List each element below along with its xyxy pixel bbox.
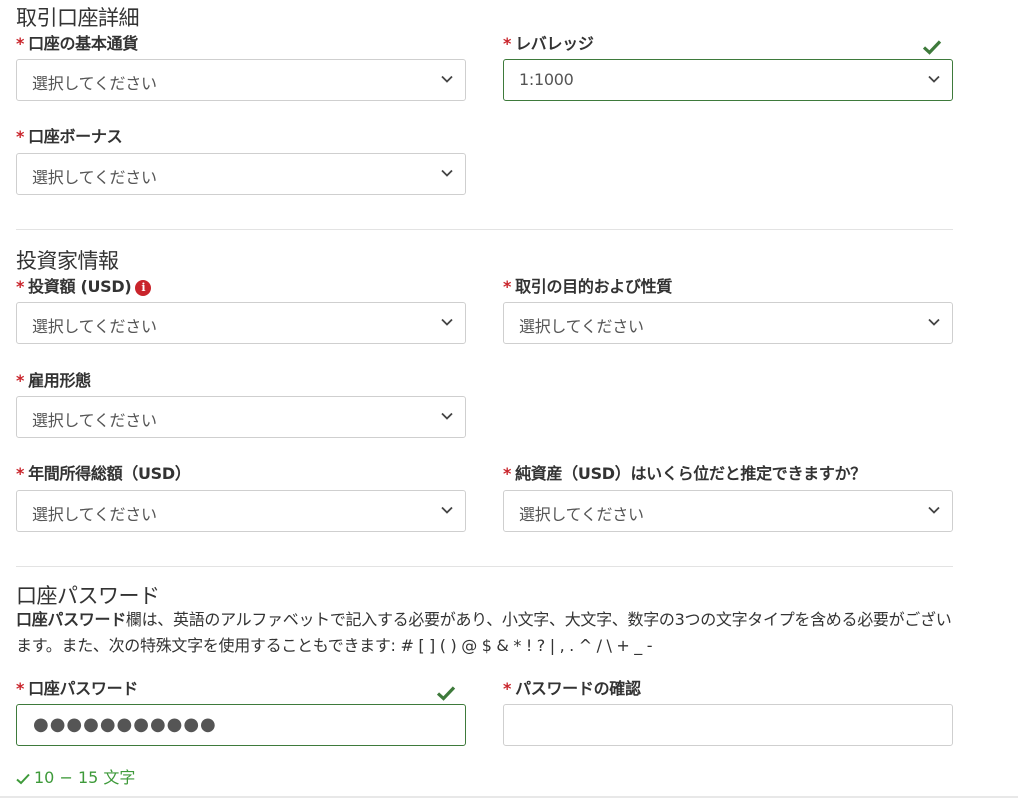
password-rule-length: 10 − 15 文字 — [16, 764, 135, 788]
leverage-select[interactable]: 1:1000 — [503, 59, 953, 101]
investment-amount-value: 選択してください — [32, 317, 157, 336]
investment-amount-label-text: 投資額 (USD) — [28, 277, 132, 296]
section-title-account-password: 口座パスワード — [16, 584, 160, 608]
leverage-valid-check-icon — [922, 40, 942, 55]
required-mark: * — [16, 464, 25, 483]
employment-label: * 雇用形態 — [16, 367, 91, 391]
required-mark: * — [503, 464, 512, 483]
required-mark: * — [16, 679, 25, 698]
required-mark: * — [16, 34, 25, 53]
required-mark: * — [16, 371, 25, 390]
base-currency-value: 選択してください — [32, 74, 157, 93]
confirm-password-label-text: パスワードの確認 — [515, 679, 641, 698]
section-divider — [16, 566, 953, 567]
annual-income-select[interactable]: 選択してください — [16, 490, 466, 532]
employment-value: 選択してください — [32, 411, 157, 430]
bonus-label-text: 口座ボーナス — [28, 127, 123, 146]
password-rule-length-text: 10 − 15 文字 — [34, 768, 136, 787]
employment-label-text: 雇用形態 — [28, 371, 91, 390]
info-icon[interactable]: i — [135, 280, 152, 296]
trading-purpose-value: 選択してください — [519, 317, 644, 336]
password-description-text: 欄は、英語のアルファベットで記入する必要があり、小文字、大文字、数字の3つの文字… — [16, 610, 952, 655]
trading-purpose-select[interactable]: 選択してください — [503, 302, 953, 344]
chevron-down-icon — [441, 506, 453, 514]
check-icon — [16, 773, 30, 785]
password-description: 口座パスワード欄は、英語のアルファベットで記入する必要があり、小文字、大文字、数… — [16, 607, 961, 659]
password-masked-value: ●●●●●●●●●●● — [33, 714, 217, 735]
leverage-label-text: レバレッジ — [515, 34, 594, 53]
investment-amount-label: * 投資額 (USD) i — [16, 273, 152, 297]
base-currency-label: * 口座の基本通貨 — [16, 30, 138, 54]
chevron-down-icon — [928, 75, 940, 83]
required-mark: * — [503, 679, 512, 698]
bonus-label: * 口座ボーナス — [16, 123, 123, 147]
trading-purpose-label: * 取引の目的および性質 — [503, 273, 672, 297]
password-description-bold: 口座パスワード — [16, 610, 126, 629]
net-worth-select[interactable]: 選択してください — [503, 490, 953, 532]
investment-amount-select[interactable]: 選択してください — [16, 302, 466, 344]
annual-income-label-text: 年間所得総額（USD） — [28, 464, 191, 483]
section-title-account-details: 取引口座詳細 — [16, 6, 140, 30]
password-input[interactable]: ●●●●●●●●●●● — [16, 704, 466, 746]
chevron-down-icon — [441, 412, 453, 420]
chevron-down-icon — [928, 506, 940, 514]
required-mark: * — [503, 277, 512, 296]
password-label: * 口座パスワード — [16, 675, 138, 699]
chevron-down-icon — [441, 318, 453, 326]
net-worth-label-text: 純資産（USD）はいくら位だと推定できますか？ — [515, 464, 866, 483]
confirm-password-label: * パスワードの確認 — [503, 675, 641, 699]
employment-select[interactable]: 選択してください — [16, 396, 466, 438]
section-divider — [16, 229, 953, 230]
bonus-select[interactable]: 選択してください — [16, 153, 466, 195]
net-worth-value: 選択してください — [519, 505, 644, 524]
required-mark: * — [16, 127, 25, 146]
base-currency-label-text: 口座の基本通貨 — [28, 34, 138, 53]
required-mark: * — [503, 34, 512, 53]
chevron-down-icon — [928, 318, 940, 326]
account-form-page: 取引口座詳細 * 口座の基本通貨 選択してください * レバレッジ 1:1000 *… — [0, 0, 1018, 798]
password-label-text: 口座パスワード — [28, 679, 138, 698]
leverage-value: 1:1000 — [519, 70, 574, 89]
required-mark: * — [16, 277, 25, 296]
section-title-investor-info: 投資家情報 — [16, 249, 119, 273]
annual-income-label: * 年間所得総額（USD） — [16, 460, 191, 484]
bonus-value: 選択してください — [32, 168, 157, 187]
leverage-label: * レバレッジ — [503, 30, 594, 54]
base-currency-select[interactable]: 選択してください — [16, 59, 466, 101]
chevron-down-icon — [441, 169, 453, 177]
net-worth-label: * 純資産（USD）はいくら位だと推定できますか？ — [503, 460, 866, 484]
confirm-password-input[interactable] — [503, 704, 953, 746]
trading-purpose-label-text: 取引の目的および性質 — [515, 277, 673, 296]
annual-income-value: 選択してください — [32, 505, 157, 524]
chevron-down-icon — [441, 75, 453, 83]
password-valid-check-icon — [436, 686, 456, 701]
